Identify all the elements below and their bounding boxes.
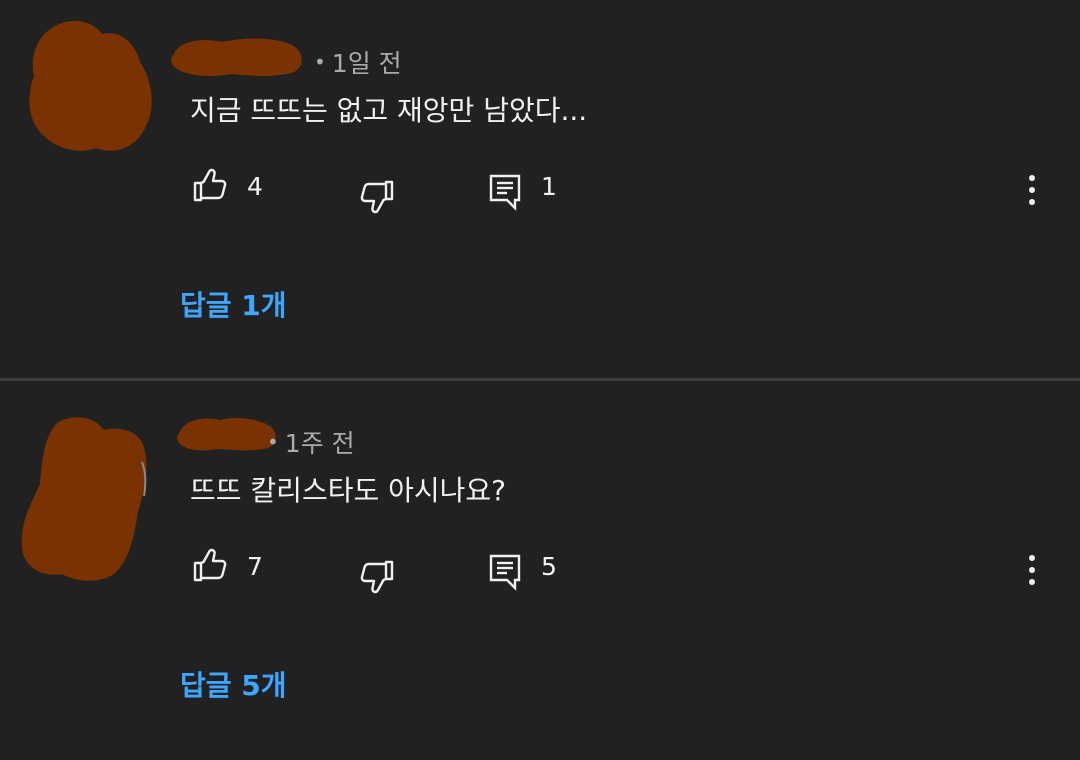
comment-text: 지금 뜨뜨는 없고 재앙만 남았다... bbox=[190, 94, 588, 127]
avatar[interactable] bbox=[18, 414, 154, 582]
more-options-icon[interactable] bbox=[1017, 170, 1047, 210]
thumbs-up-icon bbox=[193, 548, 227, 582]
author-name[interactable] bbox=[174, 414, 278, 454]
reply-button[interactable] bbox=[488, 173, 522, 211]
view-replies-link[interactable]: 답글 5개 bbox=[180, 664, 287, 704]
separator-dot: • bbox=[267, 430, 279, 454]
comment-timestamp: • 1일 전 bbox=[314, 49, 402, 78]
reply-count: 1 bbox=[541, 172, 557, 201]
author-name[interactable] bbox=[166, 32, 306, 80]
thumbs-down-icon bbox=[360, 560, 394, 594]
like-count: 7 bbox=[247, 552, 263, 581]
thumbs-down-icon bbox=[360, 180, 394, 214]
reply-button[interactable] bbox=[488, 553, 522, 591]
thumbs-up-icon bbox=[193, 168, 227, 202]
separator-dot: • bbox=[314, 50, 326, 74]
comment-icon bbox=[489, 554, 521, 591]
dislike-button[interactable] bbox=[359, 178, 395, 214]
comment-icon bbox=[489, 174, 521, 211]
like-button[interactable] bbox=[192, 548, 228, 584]
view-replies-link[interactable]: 답글 1개 bbox=[180, 284, 287, 324]
comment-thread: • 1일 전 지금 뜨뜨는 없고 재앙만 남았다... 4 1 답글 1개 bbox=[0, 0, 1080, 380]
avatar[interactable] bbox=[22, 14, 158, 156]
comment-text: 뜨뜨 칼리스타도 아시나요? bbox=[190, 474, 507, 507]
like-button[interactable] bbox=[192, 168, 228, 204]
reply-count: 5 bbox=[541, 552, 557, 581]
comment-timestamp: • 1주 전 bbox=[267, 429, 355, 458]
comment-thread: • 1주 전 뜨뜨 칼리스타도 아시나요? 7 5 답글 5개 bbox=[0, 380, 1080, 760]
more-options-icon[interactable] bbox=[1017, 550, 1047, 590]
like-count: 4 bbox=[247, 172, 263, 201]
dislike-button[interactable] bbox=[359, 558, 395, 594]
